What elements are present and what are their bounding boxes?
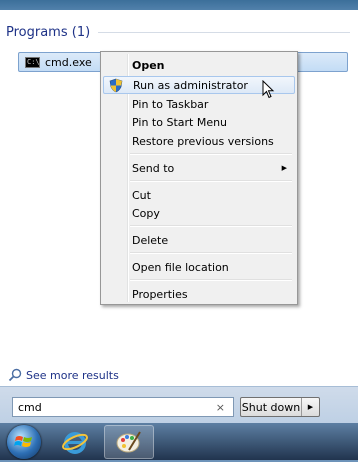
menu-item-send-to[interactable]: Send to ▶ xyxy=(103,159,295,177)
shutdown-button[interactable]: Shut down xyxy=(241,401,301,414)
programs-header-label: Programs (1) xyxy=(6,24,91,40)
menu-item-pin-to-start-menu[interactable]: Pin to Start Menu xyxy=(103,113,295,131)
menu-item-label: Copy xyxy=(132,206,160,220)
program-label: cmd.exe xyxy=(45,55,92,69)
menu-item-copy[interactable]: Copy xyxy=(103,204,295,222)
menu-item-label: Open xyxy=(132,58,165,72)
taskbar-internet-explorer[interactable] xyxy=(50,425,100,459)
menu-separator xyxy=(130,279,292,281)
menu-item-label: Delete xyxy=(132,233,169,247)
see-more-label: See more results xyxy=(26,368,119,382)
uac-shield-icon xyxy=(109,78,123,93)
menu-item-label: Run as administrator xyxy=(133,78,248,92)
taskbar xyxy=(0,423,358,460)
programs-section-header: Programs (1) xyxy=(6,22,350,42)
menu-item-properties[interactable]: Properties xyxy=(103,285,295,303)
menu-item-label: Send to xyxy=(132,161,175,175)
menu-item-label: Open file location xyxy=(132,260,229,274)
paint-icon xyxy=(116,431,141,453)
see-more-results-link[interactable]: See more results xyxy=(8,368,119,382)
menu-item-label: Cut xyxy=(132,188,151,202)
menu-separator xyxy=(130,180,292,182)
clear-search-icon[interactable]: × xyxy=(216,401,225,414)
menu-separator xyxy=(130,153,292,155)
menu-item-open-file-location[interactable]: Open file location xyxy=(103,258,295,276)
menu-separator xyxy=(130,252,292,254)
menu-item-delete[interactable]: Delete xyxy=(103,231,295,249)
menu-item-open[interactable]: Open xyxy=(103,56,295,74)
menu-item-label: Pin to Taskbar xyxy=(132,97,209,111)
windows-flag-icon xyxy=(14,436,32,447)
menu-item-label: Restore previous versions xyxy=(132,134,274,148)
menu-item-label: Properties xyxy=(132,287,188,301)
shutdown-button-group: Shut down ▶ xyxy=(240,397,320,417)
internet-explorer-icon xyxy=(62,432,88,454)
search-box: × xyxy=(12,397,234,417)
search-input[interactable] xyxy=(18,400,208,414)
taskbar-paint[interactable] xyxy=(104,425,154,459)
cmd-console-icon: C:\ xyxy=(25,56,40,68)
header-divider xyxy=(98,31,350,33)
menu-item-restore-previous-versions[interactable]: Restore previous versions xyxy=(103,132,295,150)
menu-item-label: Pin to Start Menu xyxy=(132,115,228,129)
submenu-arrow-icon: ▶ xyxy=(281,164,287,172)
mouse-cursor-icon xyxy=(262,80,275,99)
search-icon xyxy=(8,368,22,382)
menu-item-cut[interactable]: Cut xyxy=(103,186,295,204)
windows-start-orb-icon[interactable] xyxy=(7,425,41,459)
shutdown-options-arrow-icon[interactable]: ▶ xyxy=(301,398,319,416)
menu-separator xyxy=(130,225,292,227)
